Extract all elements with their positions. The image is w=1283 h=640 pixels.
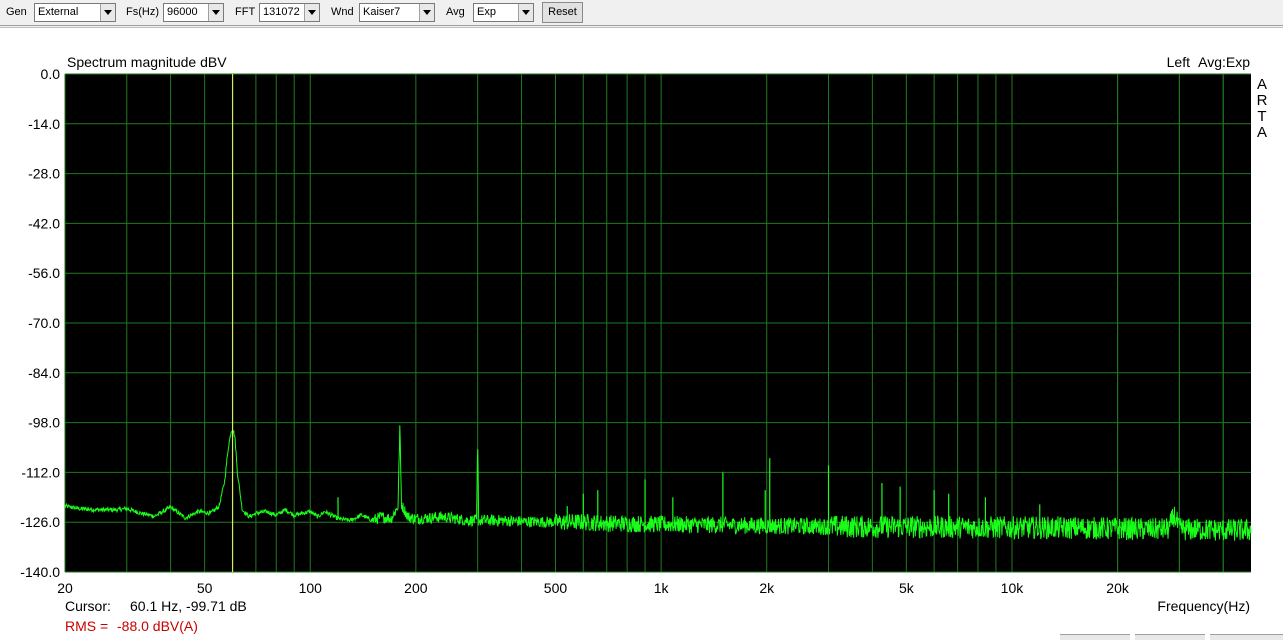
status-segment bbox=[1210, 634, 1283, 640]
y-tick-label: -56.0 bbox=[28, 265, 60, 281]
y-tick-label: -28.0 bbox=[28, 166, 60, 182]
y-tick-label: -98.0 bbox=[28, 415, 60, 431]
reset-button[interactable]: Reset bbox=[542, 2, 583, 23]
x-tick-label: 100 bbox=[299, 580, 323, 596]
x-axis-ticks: 20 50 100 200 500 1k 2k 5k 10k 20k bbox=[57, 580, 1130, 596]
y-tick-label: -112.0 bbox=[21, 464, 60, 480]
fs-label: Fs(Hz) bbox=[126, 6, 159, 18]
avg-select[interactable]: Exp bbox=[473, 3, 534, 22]
status-segment bbox=[1135, 634, 1205, 640]
x-tick-label: 50 bbox=[197, 580, 213, 596]
channel-label: Left bbox=[1167, 54, 1190, 70]
y-tick-label: -14.0 bbox=[28, 116, 60, 132]
y-tick-label: 0.0 bbox=[41, 66, 61, 82]
gen-select-value: External bbox=[38, 6, 79, 18]
fft-label: FFT bbox=[235, 6, 256, 18]
x-tick-label: 2k bbox=[759, 580, 775, 596]
avg-select-value: Exp bbox=[477, 6, 496, 18]
avg-label: Avg bbox=[446, 6, 465, 18]
y-tick-label: -70.0 bbox=[28, 315, 60, 331]
chevron-down-icon[interactable] bbox=[208, 4, 223, 21]
status-segment bbox=[1060, 634, 1130, 640]
y-axis-ticks: 0.0 -14.0 -28.0 -42.0 -56.0 -70.0 -84.0 -98.0 -1… bbox=[20, 66, 60, 580]
fs-select-value: 96000 bbox=[167, 6, 198, 18]
y-tick-label: -42.0 bbox=[28, 215, 60, 231]
toolbar: Gen External Fs(Hz) 96000 FFT 131072 Wnd… bbox=[0, 0, 1283, 26]
cursor-readout: 60.1 Hz, -99.71 dB bbox=[130, 598, 247, 614]
x-tick-label: 20k bbox=[1106, 580, 1130, 596]
chevron-down-icon[interactable] bbox=[419, 4, 434, 21]
logo-letter: R bbox=[1257, 92, 1268, 109]
chevron-down-icon[interactable] bbox=[304, 4, 319, 21]
chevron-down-icon[interactable] bbox=[100, 4, 115, 21]
rms-label: RMS = bbox=[65, 618, 108, 634]
y-tick-label: -126.0 bbox=[20, 514, 60, 530]
logo-letter: T bbox=[1257, 108, 1266, 125]
wnd-select[interactable]: Kaiser7 bbox=[359, 3, 435, 22]
x-tick-label: 5k bbox=[899, 580, 915, 596]
x-tick-label: 500 bbox=[544, 580, 568, 596]
y-tick-label: -140.0 bbox=[20, 564, 60, 580]
wnd-label: Wnd bbox=[331, 6, 354, 18]
x-axis-label: Frequency(Hz) bbox=[1157, 598, 1250, 614]
x-tick-label: 200 bbox=[404, 580, 428, 596]
gen-label: Gen bbox=[6, 6, 27, 18]
fs-select[interactable]: 96000 bbox=[163, 3, 224, 22]
fft-select[interactable]: 131072 bbox=[259, 3, 320, 22]
chart-title: Spectrum magnitude dBV bbox=[67, 54, 227, 70]
cursor-label: Cursor: bbox=[65, 598, 111, 614]
avg-info: Avg:Exp bbox=[1198, 54, 1250, 70]
spectrum-panel: 0.0 -14.0 -28.0 -42.0 -56.0 -70.0 -84.0 -98.0 -1… bbox=[0, 27, 1283, 640]
y-tick-label: -84.0 bbox=[28, 365, 60, 381]
logo-letter: A bbox=[1257, 124, 1267, 141]
chevron-down-icon[interactable] bbox=[518, 4, 533, 21]
x-tick-label: 1k bbox=[654, 580, 670, 596]
spectrum-chart[interactable]: 0.0 -14.0 -28.0 -42.0 -56.0 -70.0 -84.0 -98.0 -1… bbox=[0, 28, 1283, 640]
wnd-select-value: Kaiser7 bbox=[363, 6, 401, 18]
fft-select-value: 131072 bbox=[263, 6, 300, 18]
logo-letter: A bbox=[1257, 76, 1267, 93]
x-tick-label: 10k bbox=[1001, 580, 1025, 596]
x-tick-label: 20 bbox=[57, 580, 73, 596]
gen-select[interactable]: External bbox=[34, 3, 116, 22]
arta-logo: A R T A bbox=[1257, 76, 1268, 141]
rms-value: -88.0 dBV(A) bbox=[117, 618, 198, 634]
